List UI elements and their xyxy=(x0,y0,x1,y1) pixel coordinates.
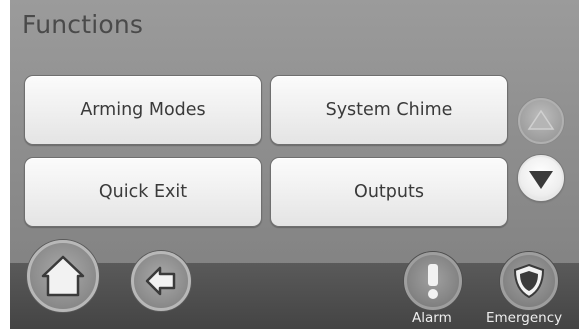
home-button[interactable] xyxy=(27,240,99,312)
arming-modes-button[interactable]: Arming Modes xyxy=(24,75,262,145)
alarm-label: Alarm xyxy=(412,310,452,326)
outputs-label: Outputs xyxy=(354,182,424,202)
triangle-up-icon xyxy=(527,109,555,130)
scroll-up-button[interactable] xyxy=(518,98,564,144)
alarm-button[interactable] xyxy=(404,252,462,310)
exclamation-icon xyxy=(428,264,438,299)
home-icon xyxy=(41,255,85,297)
system-chime-label: System Chime xyxy=(325,100,453,120)
back-arrow-icon xyxy=(145,266,176,296)
shield-icon xyxy=(513,263,545,299)
back-button[interactable] xyxy=(131,251,191,311)
triangle-down-icon xyxy=(529,171,553,189)
system-chime-button[interactable]: System Chime xyxy=(270,75,508,145)
functions-screen: Functions Arming Modes System Chime Quic… xyxy=(10,0,579,329)
outputs-button[interactable]: Outputs xyxy=(270,157,508,227)
scroll-down-button[interactable] xyxy=(518,155,564,201)
emergency-button[interactable] xyxy=(500,252,558,310)
emergency-label: Emergency xyxy=(486,310,563,326)
page-title: Functions xyxy=(22,10,144,39)
arming-modes-label: Arming Modes xyxy=(80,100,206,120)
quick-exit-label: Quick Exit xyxy=(98,182,188,202)
quick-exit-button[interactable]: Quick Exit xyxy=(24,157,262,227)
